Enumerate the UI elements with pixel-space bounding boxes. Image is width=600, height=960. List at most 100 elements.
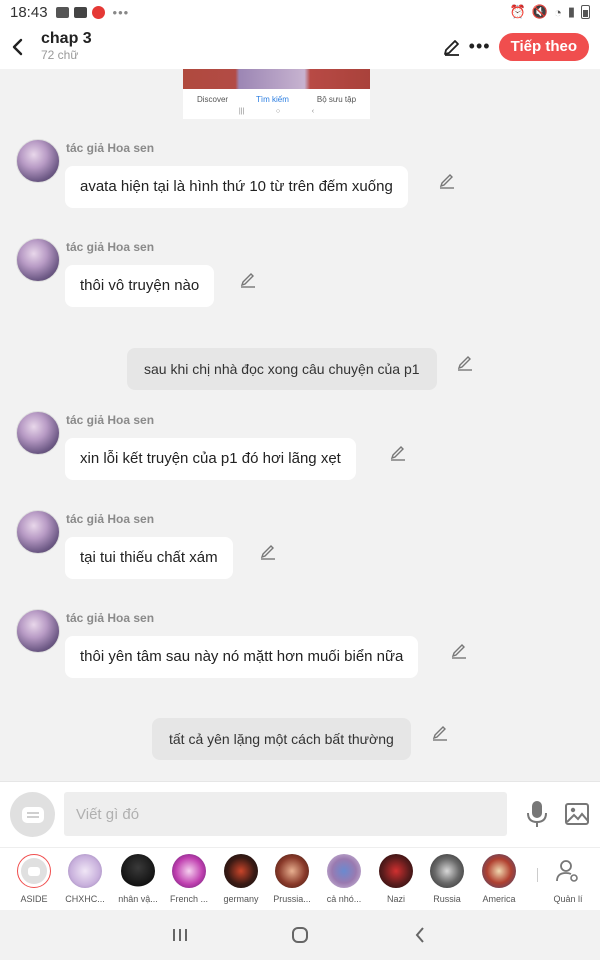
character-name: Prussia... [273,894,311,904]
wifi-icon: ◔ [553,4,562,20]
author-avatar[interactable] [16,238,60,282]
home-button[interactable] [280,915,320,955]
character-avatar [430,854,464,888]
more-options-button[interactable]: ••• [467,34,493,60]
narration-bubble[interactable]: tất cả yên lặng một cách bất thường [152,718,411,760]
chevron-left-icon [415,927,424,943]
message-input[interactable] [64,792,507,836]
screenshot-tab: Discover [196,95,229,104]
manage-label: Quản lí [553,894,583,904]
character-item[interactable]: America [473,854,525,904]
author-avatar[interactable] [16,411,60,455]
more-notifications-icon: ••• [112,4,130,20]
screenshot-artwork [183,69,370,89]
pencil-icon [451,644,466,659]
screenshot-navbar: ||| ○ ‹ [238,108,315,115]
battery-icon [581,5,590,19]
message-bubble[interactable]: xin lỗi kết truyện của p1 đó hơi lãng xẹ… [65,438,356,480]
edit-message-button[interactable] [259,543,277,561]
home-icon [292,927,308,943]
message-bubble[interactable]: avata hiện tại là hình thứ 10 từ trên đế… [65,166,408,208]
character-item[interactable]: Russia [421,854,473,904]
character-avatar [275,854,309,888]
chat-bubble-icon [21,806,44,823]
insert-image-button[interactable] [564,801,590,827]
pencil-icon [457,356,472,371]
character-name: Nazi [386,894,405,904]
pencil-icon [439,174,454,189]
back-arrow-icon [12,38,23,55]
user-settings-icon [556,860,578,882]
character-avatar [224,854,258,888]
pencil-icon [240,273,255,288]
pencil-icon [390,446,405,461]
character-item[interactable]: germany [215,854,267,904]
aside-avatar [17,854,51,888]
narration-bubble[interactable]: sau khi chị nhà đọc xong câu chuyện của … [127,348,437,390]
system-back-button[interactable] [400,915,440,955]
character-name: Russia [433,894,461,904]
signal-icon: ▮ [567,4,575,19]
author-avatar[interactable] [16,609,60,653]
character-name: germany [223,894,259,904]
screenshot-tab: Tìm kiếm [256,95,289,104]
character-name: cả nhó... [326,894,362,904]
divider [537,868,538,882]
chapter-title: chap 3 [41,30,92,47]
pencil-icon [432,726,447,741]
character-avatar [482,854,516,888]
author-avatar[interactable] [16,139,60,183]
image-icon [565,803,589,825]
author-name: tác giả Hoa sen [66,512,155,526]
back-button[interactable] [0,38,36,56]
character-selector: ASIDE CHXHC... nhân vậ... French ... ger… [0,847,600,910]
author-name: tác giả Hoa sen [66,240,155,254]
edit-message-button[interactable] [431,724,449,742]
next-chapter-button[interactable]: Tiếp theo [498,32,589,61]
pencil-icon [443,39,459,56]
voice-input-button[interactable] [524,799,550,829]
message-bubble[interactable]: tại tui thiếu chất xám [65,537,233,579]
recent-apps-button[interactable] [160,915,200,955]
character-item[interactable]: French ... [163,854,215,904]
microphone-icon [527,801,547,827]
embedded-screenshot-image[interactable]: Discover Tìm kiếm Bộ sưu tập ||| ○ ‹ [183,69,370,119]
character-item[interactable]: nhân vậ... [112,854,164,904]
message-bubble[interactable]: thôi vô truyện nào [65,265,215,307]
character-name: nhân vậ... [118,894,158,904]
character-avatar [327,854,361,888]
recent-apps-icon [173,929,187,941]
edit-message-button[interactable] [438,172,456,190]
character-item[interactable]: Nazi [370,854,422,904]
status-time: 18:43 [10,3,48,21]
author-avatar[interactable] [16,510,60,554]
character-avatar [121,854,155,888]
gallery-notification-icon [55,6,69,18]
header-actions: ••• Tiếp theo [439,32,600,61]
character-name: CHXHC... [65,894,105,904]
character-item[interactable]: Prussia... [266,854,318,904]
character-item[interactable]: CHXHC... [59,854,111,904]
word-count: 72 chữ [41,48,79,62]
status-bar: 18:43 ••• ⏰ 🔇 ◔ ▮ [0,0,600,24]
edit-message-button[interactable] [239,271,257,289]
author-name: tác giả Hoa sen [66,413,155,427]
chapter-header: chap 3 72 chữ ••• Tiếp theo [0,24,600,69]
character-name: ASIDE [20,894,48,904]
system-navigation-bar [0,910,600,960]
message-mode-button[interactable] [10,792,55,837]
character-aside[interactable]: ASIDE [8,854,60,904]
manage-characters-button[interactable]: Quản lí [542,854,594,904]
edit-message-button[interactable] [456,354,474,372]
youtube-notification-icon [73,6,87,18]
edit-message-button[interactable] [450,642,468,660]
composer-bar [0,781,600,847]
edit-button[interactable] [439,34,465,60]
message-bubble[interactable]: thôi yên tâm sau này nó mặtt hơn muối bi… [65,636,419,678]
record-notification-icon [91,5,105,19]
title-block: chap 3 72 chữ [41,30,92,63]
alarm-icon: ⏰ [509,4,526,19]
character-name: French ... [169,894,208,904]
character-item[interactable]: cả nhó... [318,854,370,904]
edit-message-button[interactable] [389,444,407,462]
